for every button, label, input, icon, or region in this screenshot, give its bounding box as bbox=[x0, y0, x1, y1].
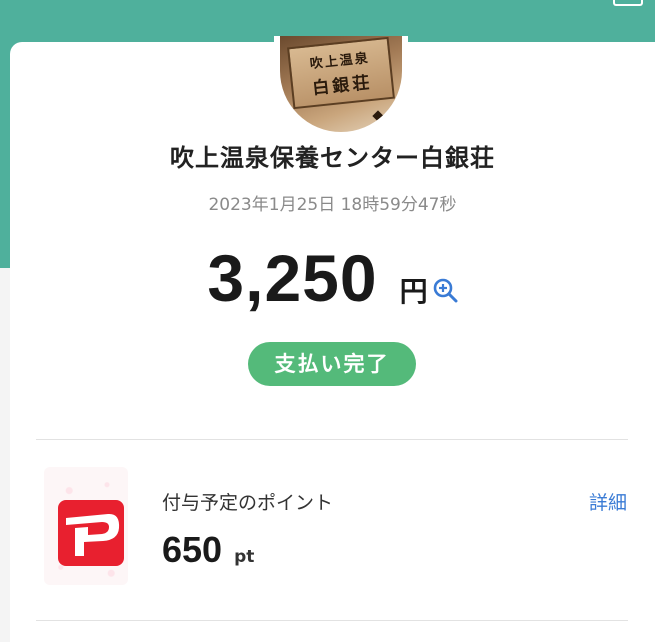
points-unit: pt bbox=[234, 547, 255, 567]
amount-row: 3,250 円 bbox=[10, 240, 655, 316]
status-badge: 支払い完了 bbox=[248, 342, 416, 386]
currency-label: 円 bbox=[399, 275, 428, 308]
store-avatar: 吹上温泉 白銀荘 bbox=[274, 36, 408, 138]
sign-text-bottom: 白銀荘 bbox=[311, 72, 374, 100]
store-sign: 吹上温泉 白銀荘 bbox=[287, 36, 395, 110]
payment-amount: 3,250 bbox=[207, 241, 378, 315]
sign-nail bbox=[372, 110, 384, 122]
divider bbox=[36, 439, 628, 440]
paypay-logo-icon bbox=[44, 467, 128, 585]
store-name: 吹上温泉保養センター白銀荘 bbox=[170, 144, 495, 172]
points-value: 650 bbox=[162, 529, 223, 570]
paypay-p-icon bbox=[66, 513, 120, 556]
points-label: 付与予定のポイント bbox=[162, 492, 334, 514]
payment-card: 吹上温泉 白銀荘 吹上温泉保養センター白銀荘 2023年1月25日 18時59分… bbox=[10, 36, 655, 642]
window-icon[interactable] bbox=[613, 0, 643, 6]
zoom-in-icon[interactable] bbox=[432, 277, 458, 303]
points-row: 650 pt bbox=[162, 529, 254, 571]
logo-square bbox=[58, 500, 124, 566]
payment-datetime: 2023年1月25日 18時59分47秒 bbox=[208, 195, 457, 215]
divider-bottom bbox=[36, 620, 628, 621]
points-detail-link[interactable]: 詳細 bbox=[589, 488, 627, 515]
store-photo: 吹上温泉 白銀荘 bbox=[280, 36, 402, 132]
